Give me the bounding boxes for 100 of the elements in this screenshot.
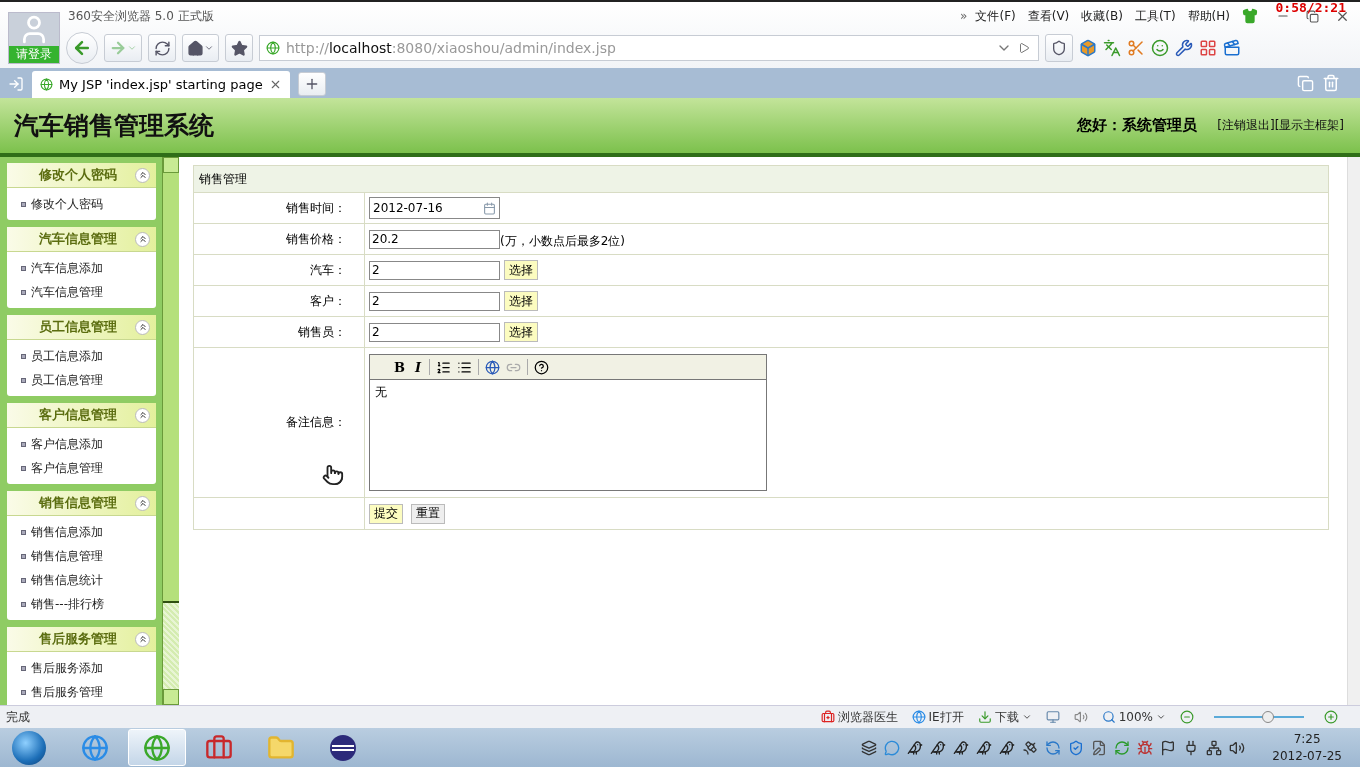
- flag-icon[interactable]: [1160, 739, 1177, 756]
- format-button[interactable]: I: [413, 359, 424, 375]
- sidebar-item[interactable]: 销售信息添加: [21, 520, 156, 544]
- shirt-icon[interactable]: [1242, 8, 1258, 24]
- monitor-icon[interactable]: [1045, 710, 1060, 724]
- sidebar-toggle-icon[interactable]: [8, 76, 24, 92]
- select-button[interactable]: 选择: [504, 322, 538, 342]
- bullet-icon: [21, 553, 26, 559]
- menu-item[interactable]: 文件(F): [975, 7, 1016, 25]
- note-icon[interactable]: [1091, 739, 1108, 756]
- menu-item[interactable]: 收藏(B): [1081, 7, 1123, 25]
- favorite-button[interactable]: [225, 34, 253, 62]
- input-field[interactable]: 20.2: [369, 229, 500, 249]
- shield-icon[interactable]: [1068, 739, 1085, 756]
- back-button[interactable]: [66, 32, 98, 64]
- header-link[interactable]: [注销退出]: [1217, 117, 1275, 134]
- text-editor[interactable]: B I 无: [369, 354, 767, 491]
- menu-item[interactable]: 工具(T): [1134, 7, 1176, 25]
- address-field[interactable]: http://localhost:8080/xiaoshou/admin/index.jsp: [259, 35, 1039, 61]
- menu-group-header[interactable]: 销售信息管理: [7, 491, 156, 516]
- refresh-button[interactable]: [148, 34, 176, 62]
- windows-icon[interactable]: [861, 739, 878, 756]
- cube-icon[interactable]: [1079, 39, 1097, 57]
- sidebar-item[interactable]: 客户信息管理: [21, 456, 156, 480]
- collapse-button[interactable]: [135, 495, 150, 511]
- sidebar-item[interactable]: 修改个人密码: [21, 192, 156, 216]
- zoom-level[interactable]: 100%: [1101, 710, 1166, 724]
- chat-icon[interactable]: [884, 739, 901, 756]
- sidebar-item[interactable]: 汽车信息添加: [21, 256, 156, 280]
- collapse-button[interactable]: [135, 167, 150, 183]
- bullet-list-icon[interactable]: [457, 359, 473, 375]
- collapse-button[interactable]: [135, 631, 150, 647]
- header-link[interactable]: [显示主框架]: [1274, 117, 1344, 134]
- help-icon[interactable]: [534, 359, 550, 375]
- clock[interactable]: 7:25 2012-07-25: [1272, 730, 1342, 765]
- collapse-button[interactable]: [135, 407, 150, 423]
- sidebar-item[interactable]: 销售信息管理: [21, 544, 156, 568]
- menu-group-header[interactable]: 售后服务管理: [7, 627, 156, 652]
- sidebar-item[interactable]: 员工信息添加: [21, 344, 156, 368]
- sync-icon[interactable]: [1114, 739, 1131, 756]
- close-icon[interactable]: [269, 78, 282, 91]
- menu-item[interactable]: 帮助(H): [1187, 7, 1230, 25]
- collapse-button[interactable]: [135, 319, 150, 335]
- sidebar-item[interactable]: 员工信息管理: [21, 368, 156, 392]
- input-field[interactable]: 2: [369, 260, 500, 280]
- network-icon[interactable]: [1206, 739, 1223, 756]
- go-icon[interactable]: [1018, 42, 1030, 54]
- form-button[interactable]: 重置: [411, 503, 445, 524]
- sidebar-item[interactable]: 汽车信息管理: [21, 280, 156, 304]
- scroll-down-button[interactable]: [163, 689, 179, 705]
- status-item[interactable]: IE打开: [911, 708, 964, 726]
- sidebar-item[interactable]: 客户信息添加: [21, 432, 156, 456]
- collapse-button[interactable]: [135, 231, 150, 247]
- trash-icon[interactable]: [1322, 74, 1340, 92]
- status-item[interactable]: 下载: [977, 708, 1032, 726]
- satellite-icon[interactable]: [1022, 739, 1039, 756]
- chevrons-up-icon: [137, 498, 148, 508]
- new-tab-button[interactable]: [298, 72, 326, 96]
- refresh-icon[interactable]: [1045, 739, 1062, 756]
- link-icon[interactable]: [485, 359, 501, 375]
- sidebar-item[interactable]: 售后服务管理: [21, 680, 156, 704]
- caret-icon: [1021, 712, 1032, 722]
- calendar-icon[interactable]: [483, 201, 496, 215]
- scroll-up-button[interactable]: [163, 157, 179, 173]
- sidebar-item[interactable]: 售后服务添加: [21, 656, 156, 680]
- video-icon[interactable]: [1223, 39, 1241, 57]
- menu-group-header[interactable]: 客户信息管理: [7, 403, 156, 428]
- forward-button[interactable]: [104, 34, 142, 62]
- translate-icon[interactable]: [1103, 39, 1121, 57]
- menu-group-header[interactable]: 汽车信息管理: [7, 227, 156, 252]
- numbered-list-icon[interactable]: [436, 359, 452, 375]
- menu-item[interactable]: 查看(V): [1027, 7, 1070, 25]
- sidebar-scrollbar[interactable]: [162, 157, 179, 705]
- menu-group-header[interactable]: 修改个人密码: [7, 163, 156, 188]
- date-field[interactable]: 2012-07-16: [369, 197, 500, 219]
- screenshot-icon[interactable]: [1127, 39, 1145, 57]
- select-button[interactable]: 选择: [504, 260, 538, 280]
- format-button[interactable]: B: [392, 359, 407, 375]
- greeting: 您好：系统管理员: [1077, 116, 1198, 135]
- zoom-out-icon[interactable]: [1180, 710, 1194, 724]
- grid-icon[interactable]: [1199, 39, 1217, 57]
- start-button[interactable]: [12, 730, 46, 765]
- smile-icon[interactable]: [1151, 39, 1169, 57]
- shield-button[interactable]: [1045, 34, 1073, 62]
- wrench-icon[interactable]: [1175, 39, 1193, 57]
- sidebar-item[interactable]: 销售---排行榜: [21, 592, 156, 616]
- sidebar-item[interactable]: 销售信息统计: [21, 568, 156, 592]
- browser-tab[interactable]: My JSP 'index.jsp' starting page: [32, 71, 290, 98]
- input-field[interactable]: 2: [369, 291, 500, 311]
- form-button[interactable]: 提交: [369, 503, 403, 524]
- select-button[interactable]: 选择: [504, 291, 538, 311]
- status-item[interactable]: 浏览器医生: [820, 708, 898, 726]
- page-scrollbar[interactable]: [1347, 157, 1360, 705]
- menu-more[interactable]: »: [960, 9, 968, 23]
- input-field[interactable]: 2: [369, 322, 500, 342]
- zoom-in-icon[interactable]: [1324, 710, 1338, 724]
- home-button[interactable]: [182, 34, 219, 62]
- bug-icon[interactable]: [1137, 739, 1154, 756]
- menu-group-header[interactable]: 员工信息管理: [7, 315, 156, 340]
- speaker-icon[interactable]: [1229, 739, 1246, 756]
